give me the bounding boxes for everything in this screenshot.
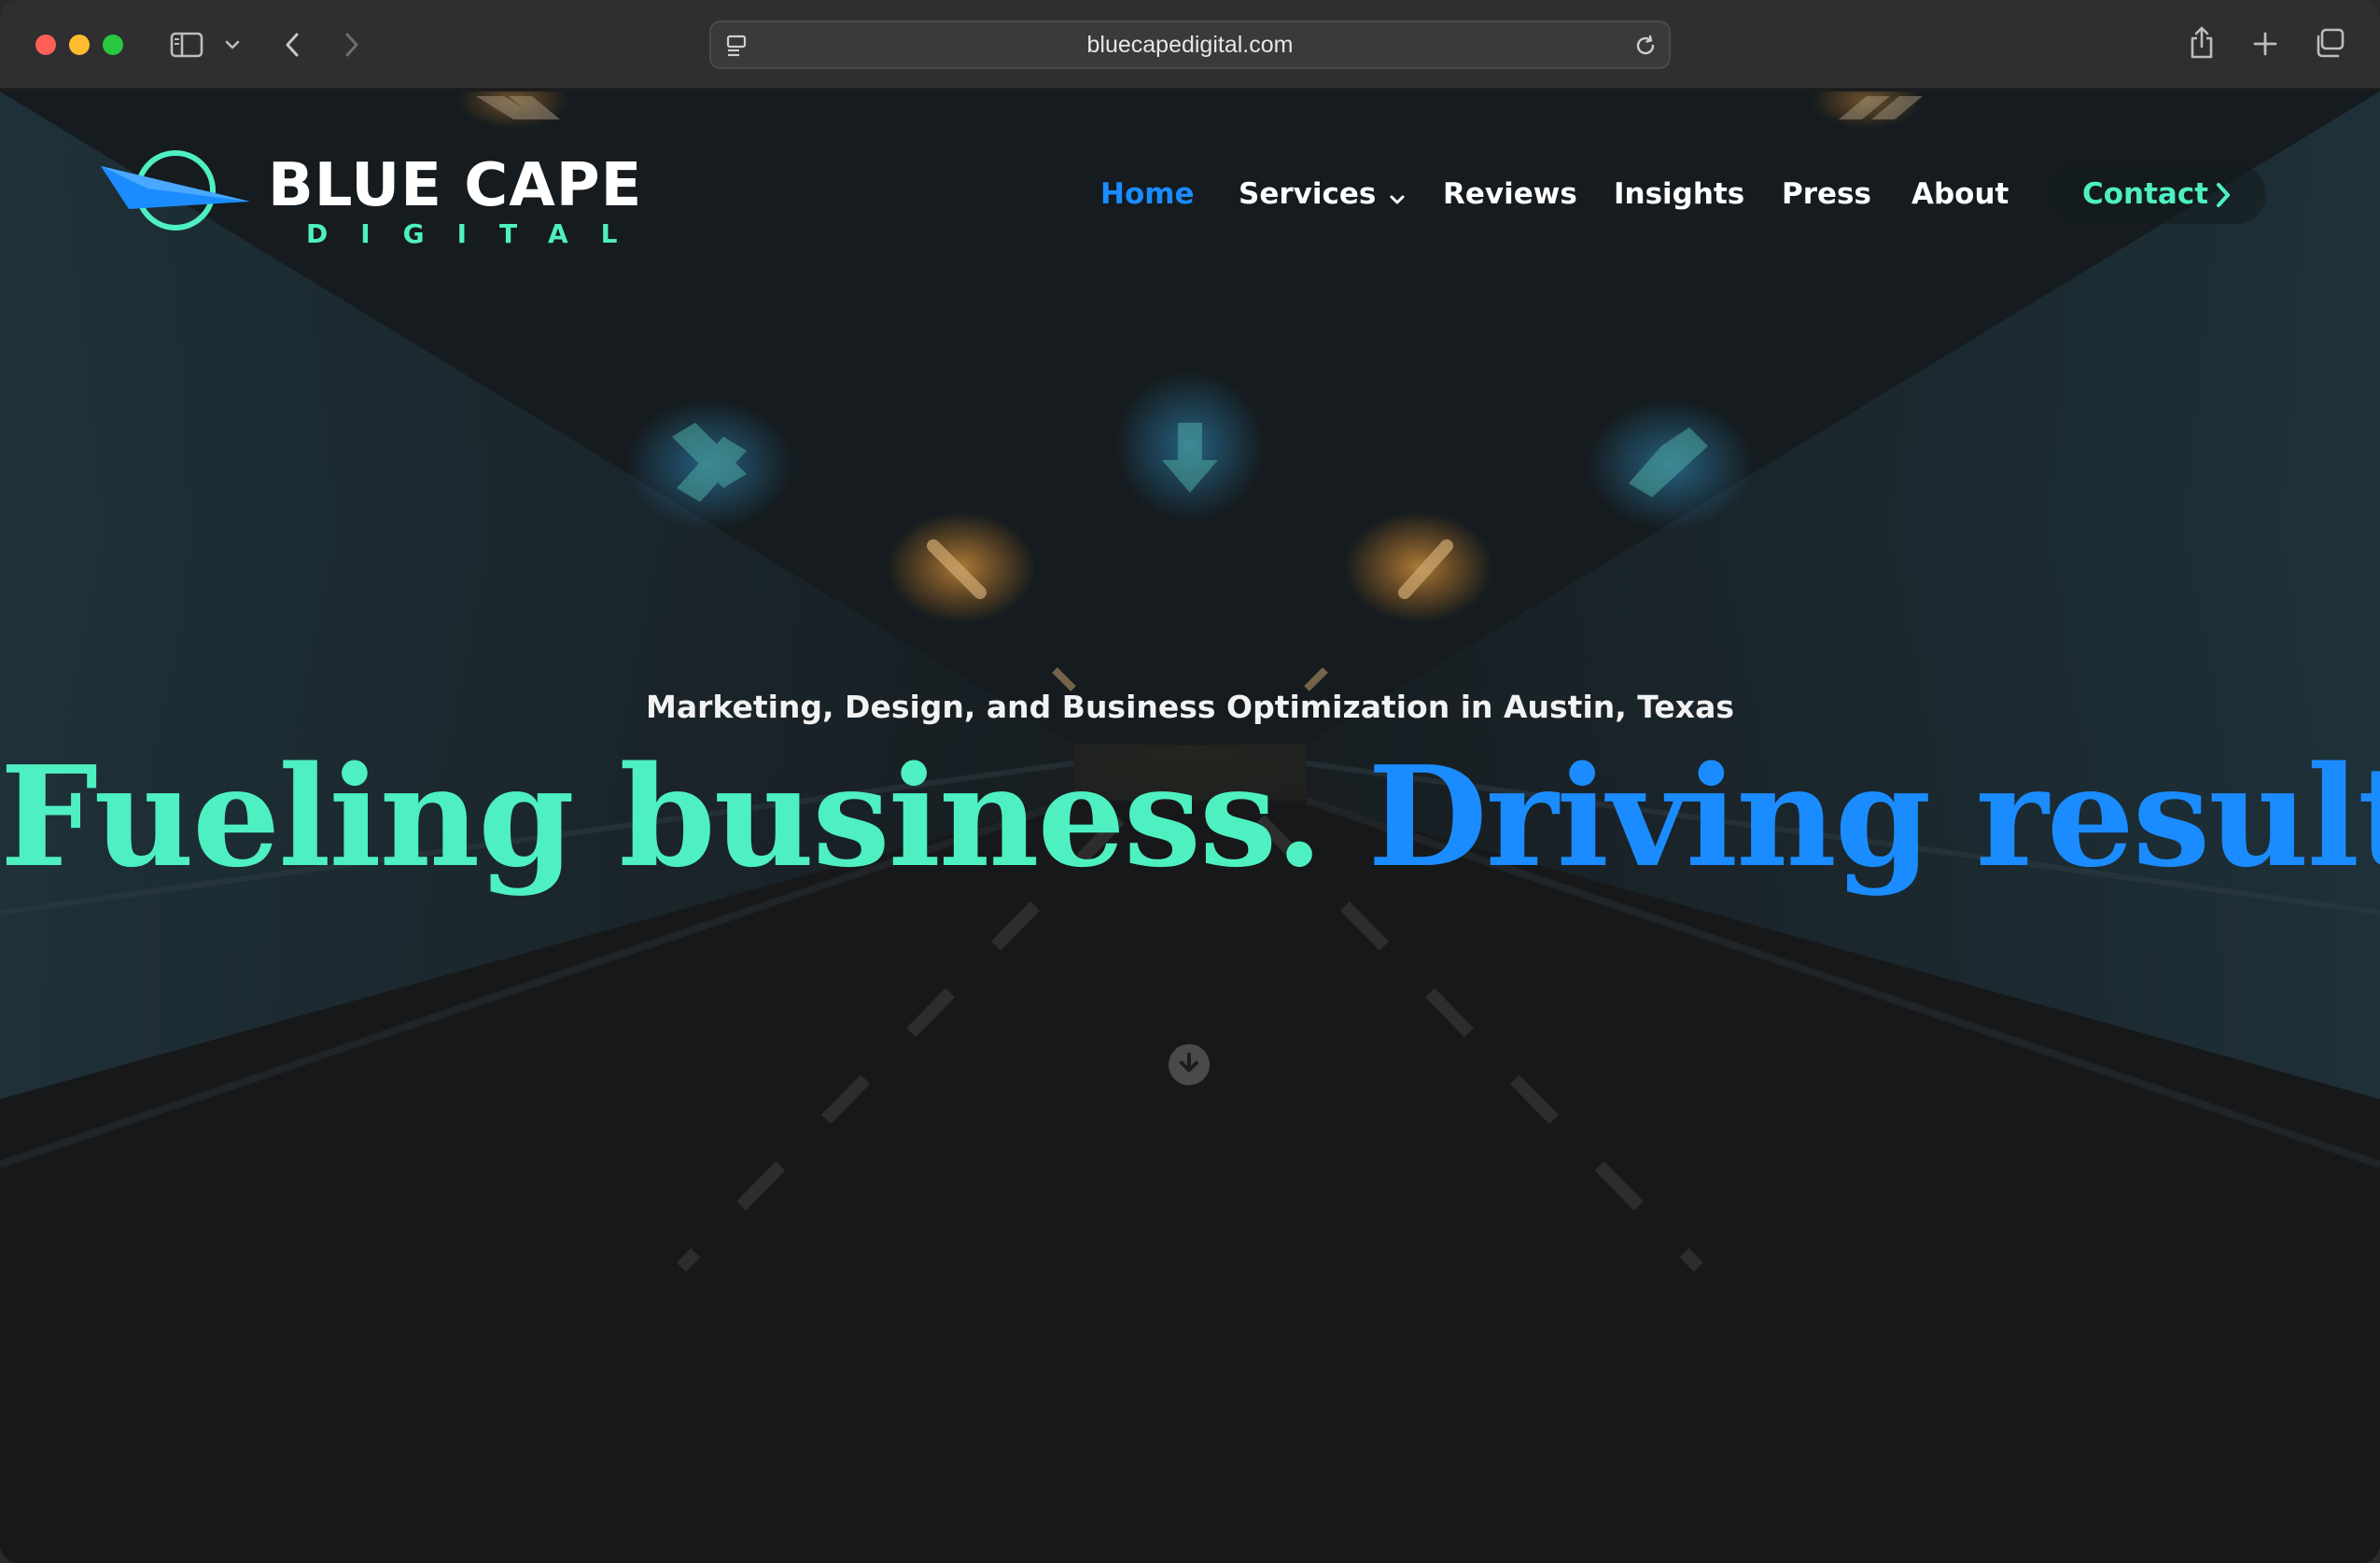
web-page: BLUE CAPE DIGITAL Home Services Reviews … bbox=[0, 91, 2380, 1563]
reload-icon[interactable] bbox=[1631, 32, 1659, 60]
address-bar[interactable]: bluecapedigital.com bbox=[709, 21, 1671, 69]
minimize-window-button[interactable] bbox=[69, 35, 90, 55]
logo-title[interactable]: BLUE CAPE bbox=[268, 151, 642, 220]
logo-subtitle: DIGITAL bbox=[306, 218, 651, 249]
browser-window: bluecapedigital.com BLUE CAPE DIGITAL Ho… bbox=[0, 0, 2380, 1563]
zoom-window-button[interactable] bbox=[103, 35, 123, 55]
plus-icon[interactable] bbox=[2249, 28, 2281, 60]
nav-item-label: Insights bbox=[1614, 177, 1745, 211]
nav-item-label: About bbox=[1911, 177, 2009, 211]
nav-item-label: Home bbox=[1100, 177, 1195, 211]
forward-arrow-icon[interactable] bbox=[338, 28, 366, 62]
nav-item-reviews[interactable]: Reviews bbox=[1443, 175, 1577, 213]
sidebar-icon[interactable] bbox=[168, 28, 205, 62]
browser-toolbar: bluecapedigital.com bbox=[0, 0, 2380, 90]
chevron-right-icon[interactable] bbox=[2214, 181, 2233, 214]
scroll-down-button[interactable] bbox=[1169, 1044, 1210, 1085]
tabs-overview-icon[interactable] bbox=[2313, 26, 2346, 60]
share-icon[interactable] bbox=[2186, 24, 2218, 62]
hero-title-part2: Driving results. bbox=[1367, 735, 2380, 898]
nav-item-about[interactable]: About bbox=[1911, 175, 2009, 213]
hero-title: Fueling business. Driving results. bbox=[0, 737, 2380, 896]
nav-item-label: Services bbox=[1239, 177, 1377, 211]
nav-item-services[interactable]: Services bbox=[1239, 175, 1406, 215]
url-text[interactable]: bluecapedigital.com bbox=[711, 22, 1669, 67]
nav-item-label: Press bbox=[1782, 177, 1871, 211]
chevron-down-icon bbox=[1389, 177, 1406, 215]
nav-item-insights[interactable]: Insights bbox=[1614, 175, 1744, 213]
hero-title-part1: Fueling business. bbox=[0, 735, 1323, 898]
hero-subtitle: Marketing, Design, and Business Optimiza… bbox=[646, 689, 1734, 725]
nav-item-label: Reviews bbox=[1443, 177, 1577, 211]
contact-button-label[interactable]: Contact bbox=[2082, 175, 2208, 213]
logo-icon[interactable] bbox=[101, 147, 250, 242]
arrow-down-icon bbox=[1176, 1050, 1202, 1081]
chevron-down-icon[interactable] bbox=[222, 35, 243, 54]
nav-item-press[interactable]: Press bbox=[1782, 175, 1871, 213]
nav-item-home[interactable]: Home bbox=[1100, 175, 1195, 213]
close-window-button[interactable] bbox=[35, 35, 56, 55]
back-arrow-icon[interactable] bbox=[278, 28, 306, 62]
